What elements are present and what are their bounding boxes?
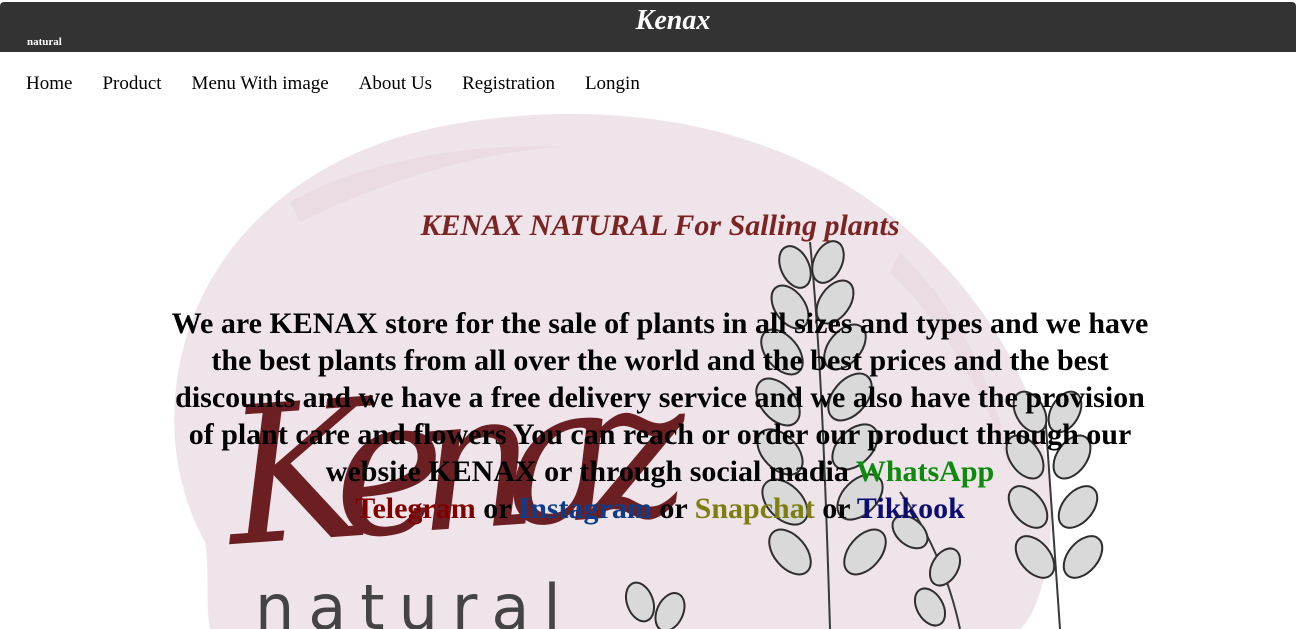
site-subtitle: natural — [27, 36, 62, 48]
separator-text: or — [475, 492, 519, 525]
main-nav: Home Product Menu With image About Us Re… — [26, 72, 640, 96]
nav-product[interactable]: Product — [102, 72, 161, 96]
hero-description: We are KENAX store for the sale of plant… — [168, 305, 1152, 527]
nav-menu-with-image[interactable]: Menu With image — [192, 72, 329, 96]
snapchat-link[interactable]: Snapchat — [695, 492, 815, 525]
site-title: Kenax — [635, 5, 711, 36]
nav-login[interactable]: Longin — [585, 72, 640, 96]
hero-description-text: We are KENAX store for the sale of plant… — [171, 307, 1149, 488]
hero-title: KENAX NATURAL For Salling plants — [420, 209, 900, 242]
whatsapp-link[interactable]: WhatsApp — [856, 455, 994, 488]
instagram-link[interactable]: Instagram — [519, 492, 652, 525]
separator-text: or — [814, 492, 857, 525]
background-logo-sub: natural — [255, 571, 575, 629]
telegram-link[interactable]: Telegram — [355, 492, 476, 525]
tiktok-link[interactable]: Tikkook — [857, 492, 965, 525]
hero-section: Kenaz natural KENAX NATURAL For Salling … — [0, 112, 1296, 629]
site-header: Kenax natural — [0, 2, 1296, 52]
nav-registration[interactable]: Registration — [462, 72, 555, 96]
nav-home[interactable]: Home — [26, 72, 72, 96]
separator-text: or — [651, 492, 695, 525]
nav-about-us[interactable]: About Us — [359, 72, 432, 96]
